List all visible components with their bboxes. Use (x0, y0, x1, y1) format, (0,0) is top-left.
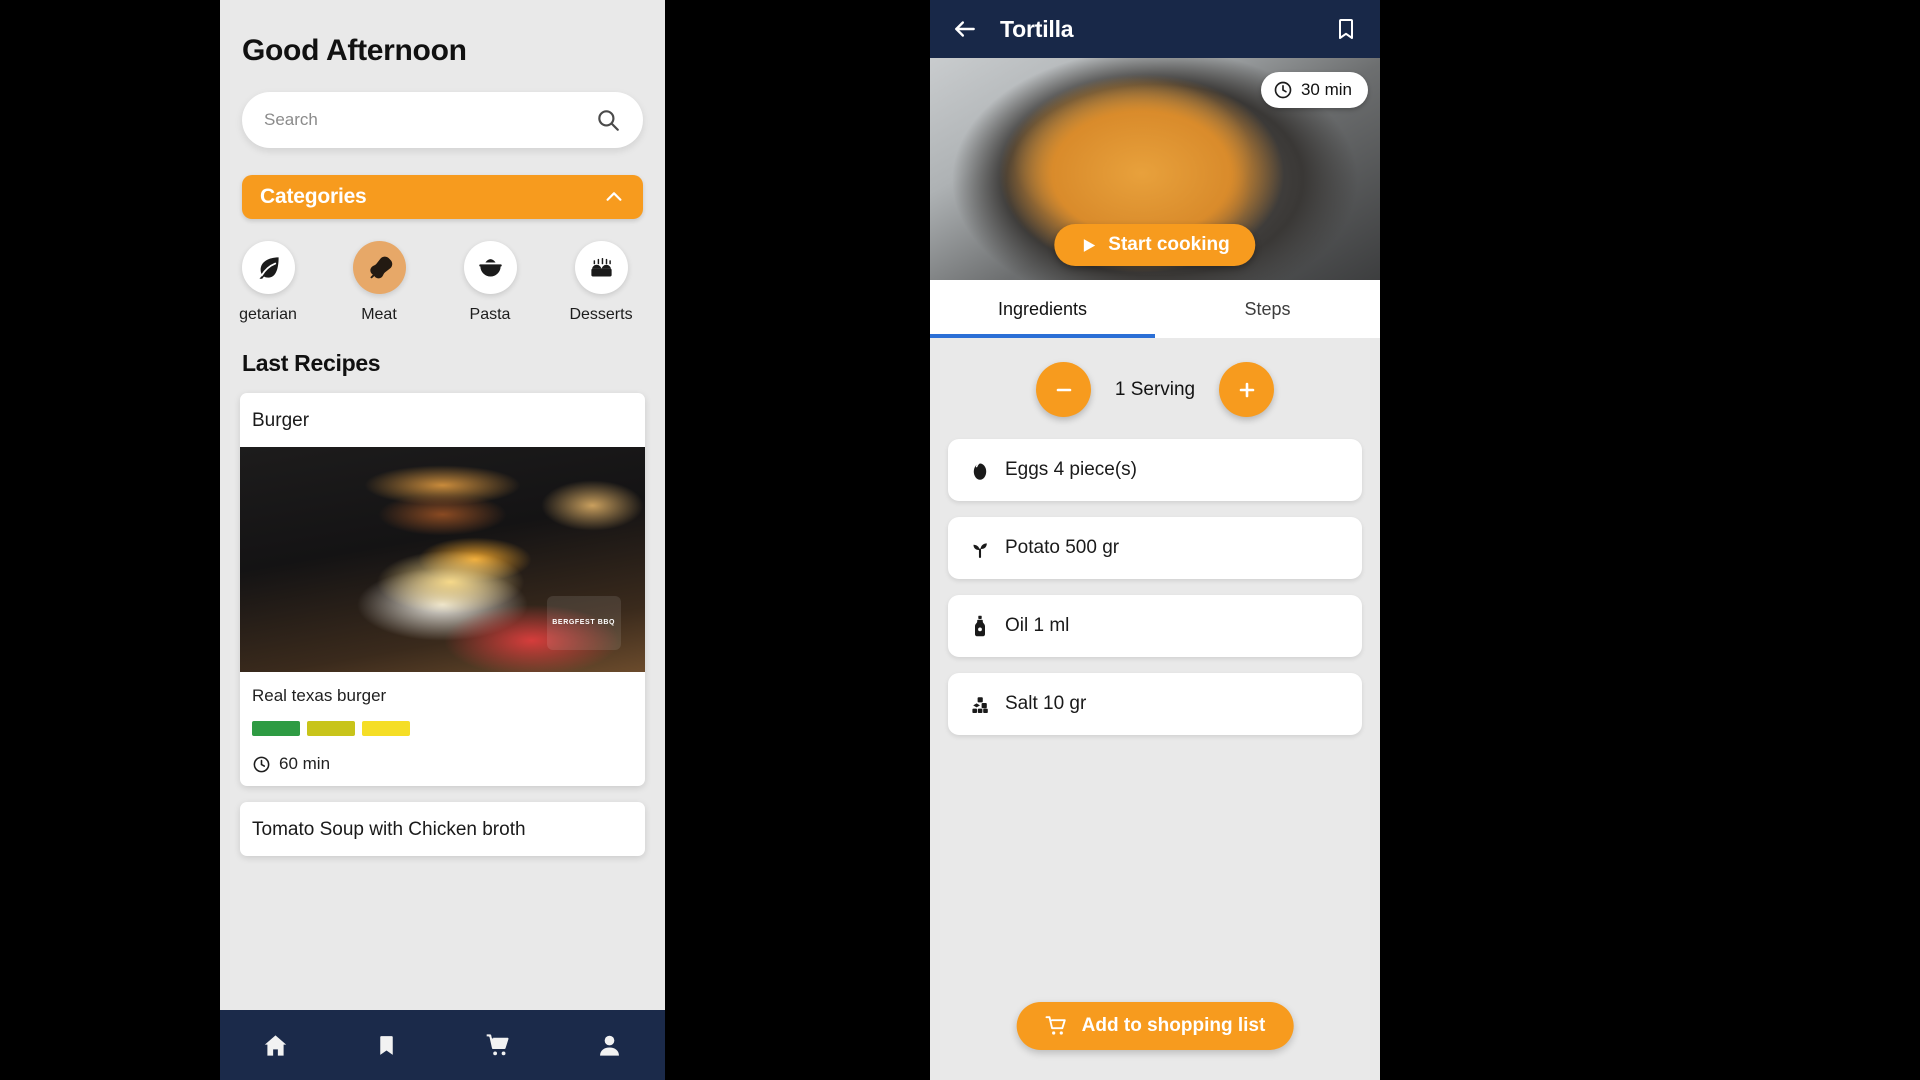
ingredients-panel: 1 Serving Eggs 4 piece(s) Potato 500 gr … (930, 338, 1380, 1080)
recipe-hero-image: 30 min Start cooking (930, 58, 1380, 280)
left-phone-screen: Good Afternoon Categories (220, 0, 665, 1080)
categories-toggle-bar[interactable]: Categories (242, 175, 643, 219)
search-section (220, 68, 665, 148)
chevron-up-icon[interactable] (603, 186, 625, 208)
bookmark-icon[interactable] (374, 1033, 399, 1058)
serving-increase-button[interactable] (1219, 362, 1274, 417)
nav-item-cart[interactable] (443, 1032, 554, 1059)
recipe-card-title: Tomato Soup with Chicken broth (252, 819, 526, 840)
start-cooking-button[interactable]: Start cooking (1054, 224, 1256, 266)
arrow-left-icon[interactable] (952, 16, 978, 42)
serving-stepper: 1 Serving (930, 362, 1380, 417)
recipe-tabs: Ingredients Steps (930, 280, 1380, 338)
nav-item-profile[interactable] (554, 1032, 665, 1059)
section-title-last-recipes: Last Recipes (242, 350, 381, 376)
nav-item-home[interactable] (220, 1032, 331, 1059)
serving-decrease-button[interactable] (1036, 362, 1091, 417)
recipe-card-body: Real texas burger 60 min (240, 672, 645, 786)
salt-cubes-icon (968, 692, 992, 716)
difficulty-bar (307, 721, 355, 736)
app-bar: Tortilla (930, 0, 1380, 58)
oil-bottle-icon (968, 614, 992, 638)
add-to-shopping-list-button[interactable]: Add to shopping list (1016, 1002, 1294, 1050)
leaf-icon (255, 254, 282, 281)
categories-title: Categories (260, 185, 367, 208)
category-label: Pasta (469, 306, 511, 323)
add-to-shopping-list-label: Add to shopping list (1081, 1015, 1266, 1036)
ingredient-row[interactable]: Oil 1 ml (948, 595, 1362, 657)
search-input[interactable] (264, 110, 568, 130)
tab-steps[interactable]: Steps (1155, 280, 1380, 338)
category-icon-wrap[interactable] (574, 241, 628, 294)
recipe-card-image: BERGFEST BBQ (240, 447, 645, 672)
category-item-meat[interactable]: Meat (329, 241, 429, 324)
category-icon-wrap[interactable] (352, 241, 406, 294)
rice-bowl-icon (477, 254, 504, 281)
category-label: getarian (239, 306, 297, 323)
sprout-icon (968, 536, 992, 560)
category-icon-wrap[interactable] (463, 241, 517, 294)
serving-value: 1 Serving (1114, 378, 1196, 400)
play-icon (1080, 237, 1097, 254)
cake-icon (588, 254, 615, 281)
category-label: Meat (361, 306, 397, 323)
ingredient-label: Potato 500 gr (1005, 537, 1120, 558)
start-cooking-label: Start cooking (1108, 234, 1230, 255)
hero-time-label: 30 min (1300, 80, 1352, 99)
clock-icon (252, 755, 271, 774)
ingredient-label: Salt 10 gr (1005, 693, 1087, 714)
hero-time-badge: 30 min (1260, 72, 1368, 108)
bookmark-icon[interactable] (1334, 17, 1358, 41)
home-icon[interactable] (262, 1032, 289, 1059)
ingredient-label: Oil 1 ml (1005, 615, 1070, 636)
category-list: getarian Meat Pasta Desserts (220, 241, 665, 324)
search-box[interactable] (242, 92, 643, 148)
screenshot-stage: Good Afternoon Categories (0, 0, 1920, 1080)
ingredient-row[interactable]: Eggs 4 piece(s) (948, 439, 1362, 501)
page-title: Good Afternoon (242, 34, 467, 67)
bottom-navigation (220, 1010, 665, 1080)
category-item-vegetarian[interactable]: getarian (220, 241, 318, 324)
category-item-pasta[interactable]: Pasta (440, 241, 540, 324)
category-icon-wrap[interactable] (241, 241, 295, 294)
cart-icon[interactable] (485, 1032, 512, 1059)
ingredient-label: Eggs 4 piece(s) (1005, 459, 1138, 480)
egg-icon (968, 458, 992, 482)
image-watermark: BERGFEST BBQ (546, 595, 621, 650)
difficulty-bars (252, 721, 645, 736)
difficulty-bar (362, 721, 410, 736)
cart-icon (1045, 1014, 1069, 1038)
drumstick-icon (366, 254, 393, 281)
ingredient-row[interactable]: Potato 500 gr (948, 517, 1362, 579)
tab-ingredients[interactable]: Ingredients (930, 280, 1155, 338)
nav-item-bookmarks[interactable] (331, 1033, 442, 1058)
home-scroll-view[interactable]: Good Afternoon Categories (220, 0, 665, 1080)
recipe-card-tomato-soup[interactable]: Tomato Soup with Chicken broth (240, 802, 645, 856)
search-icon[interactable] (595, 107, 621, 133)
recipe-card-burger[interactable]: Burger BERGFEST BBQ Real texas burger 60… (240, 393, 645, 786)
difficulty-bar (252, 721, 300, 736)
category-item-desserts[interactable]: Desserts (551, 241, 651, 324)
ingredient-row[interactable]: Salt 10 gr (948, 673, 1362, 735)
right-phone-screen: Tortilla 30 min Start cooking Ingredient… (930, 0, 1380, 1080)
ingredient-list: Eggs 4 piece(s) Potato 500 gr Oil 1 ml S… (930, 439, 1380, 735)
recipe-time: 60 min (252, 754, 645, 774)
recipe-card-subtitle: Real texas burger (252, 686, 387, 705)
recipe-time-label: 60 min (279, 754, 331, 773)
category-label: Desserts (569, 306, 633, 323)
recipe-card-title: Burger (252, 410, 310, 431)
person-icon[interactable] (596, 1032, 623, 1059)
app-bar-title: Tortilla (1000, 15, 1074, 42)
clock-icon (1273, 80, 1293, 100)
